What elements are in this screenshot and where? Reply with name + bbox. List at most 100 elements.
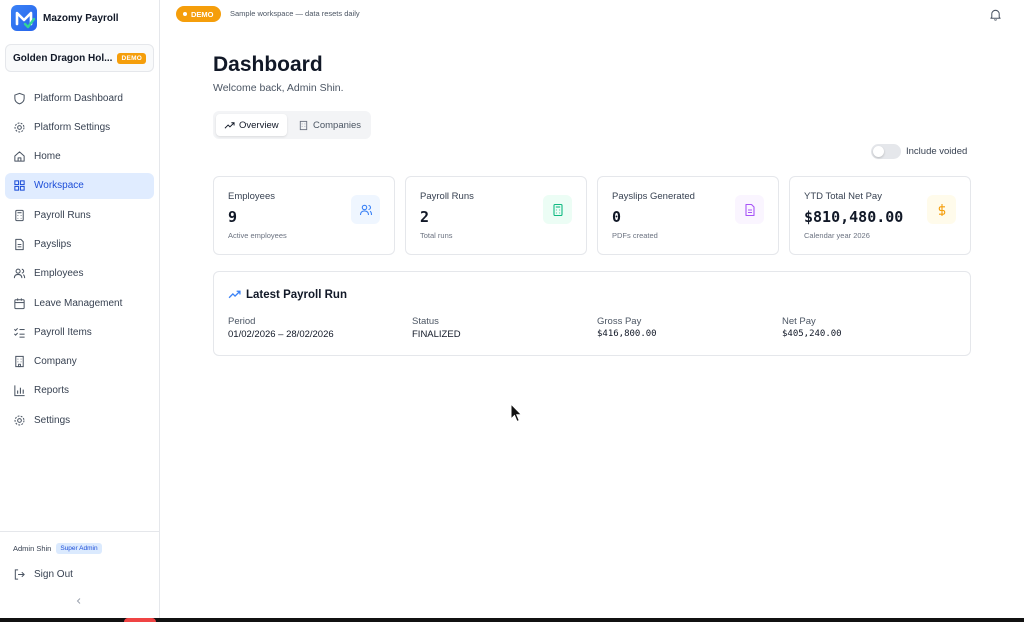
sidebar-item-leave-management[interactable]: Leave Management <box>5 290 154 316</box>
building-icon <box>15 356 24 368</box>
workspace-demo-badge: DEMO <box>117 52 147 64</box>
stat-value: $810,480.00 <box>804 208 904 226</box>
dollar-icon <box>927 195 956 224</box>
stat-value: 2 <box>420 208 430 226</box>
sidebar-item-settings[interactable]: Settings <box>5 407 154 433</box>
period-value: 01/02/2026 – 28/02/2026 <box>228 329 334 340</box>
latest-payroll-run-card: Latest Payroll Run Period 01/02/2026 – 2… <box>213 271 971 356</box>
taskbar-indicator <box>124 618 156 622</box>
demo-badge: DEMO <box>176 6 221 22</box>
stat-label: Payroll Runs <box>420 191 474 202</box>
notifications-button[interactable] <box>989 8 1002 26</box>
user-name: Admin Shin <box>13 544 52 553</box>
sidebar-nav: Platform Dashboard Platform Settings Hom… <box>5 85 154 437</box>
stat-subtext: Active employees <box>228 231 287 240</box>
sidebar-item-payroll-items[interactable]: Payroll Items <box>5 319 154 345</box>
app-name: Mazomy Payroll <box>43 12 119 24</box>
sign-out-button[interactable]: Sign Out <box>13 568 73 581</box>
gross-pay-field: Gross Pay $416,800.00 <box>597 316 657 339</box>
workspace-name: Golden Dragon Hol... <box>13 52 113 64</box>
sidebar-item-label: Platform Dashboard <box>34 92 123 104</box>
dashboard-tabs: Overview Companies <box>213 111 371 139</box>
net-pay-label: Net Pay <box>782 316 816 327</box>
net-pay-value: $405,240.00 <box>782 329 842 339</box>
gross-pay-value: $416,800.00 <box>597 329 657 339</box>
tab-companies[interactable]: Companies <box>290 114 369 136</box>
include-voided-toggle[interactable]: Include voided <box>871 144 967 159</box>
sidebar-item-label: Payroll Runs <box>34 209 91 221</box>
user-info: Admin Shin Super Admin <box>13 543 102 554</box>
page-subtitle: Welcome back, Admin Shin. <box>213 82 344 94</box>
status-label: Status <box>412 316 439 327</box>
period-field: Period 01/02/2026 – 28/02/2026 <box>228 316 334 340</box>
status-field: Status FINALIZED <box>412 316 461 340</box>
tab-overview[interactable]: Overview <box>216 114 287 136</box>
file-icon <box>15 238 24 251</box>
demo-message: Sample workspace — data resets daily <box>230 9 360 18</box>
sidebar-item-label: Reports <box>34 385 70 397</box>
sidebar-item-label: Leave Management <box>34 297 123 309</box>
sidebar-item-payroll-runs[interactable]: Payroll Runs <box>5 202 154 228</box>
stat-subtext: Total runs <box>420 231 453 240</box>
calculator-icon <box>15 209 24 221</box>
sidebar-item-label: Workspace <box>34 180 84 192</box>
sidebar-item-payslips[interactable]: Payslips <box>5 231 154 257</box>
calculator-icon <box>543 195 572 224</box>
role-badge: Super Admin <box>56 543 102 554</box>
sidebar-item-label: Platform Settings <box>34 121 111 133</box>
sidebar-item-reports[interactable]: Reports <box>5 378 154 404</box>
sidebar-footer: Admin Shin Super Admin Sign Out <box>0 531 159 604</box>
gross-pay-label: Gross Pay <box>597 316 642 327</box>
app-logo-icon <box>11 5 37 31</box>
stat-card-ytd-net-pay: YTD Total Net Pay $810,480.00 Calendar y… <box>789 176 971 255</box>
calendar-icon <box>14 297 25 309</box>
tab-label: Companies <box>313 119 362 131</box>
sidebar-item-employees[interactable]: Employees <box>5 261 154 287</box>
sidebar-item-platform-settings[interactable]: Platform Settings <box>5 114 154 140</box>
latest-run-heading: Latest Payroll Run <box>228 288 347 301</box>
toggle-switch[interactable] <box>871 144 901 159</box>
stat-value: 0 <box>612 208 622 226</box>
sidebar-item-workspace[interactable]: Workspace <box>5 172 154 199</box>
toggle-label: Include voided <box>906 146 968 157</box>
stat-value: 9 <box>228 208 238 226</box>
stat-label: Payslips Generated <box>612 191 695 202</box>
users-icon <box>13 268 26 279</box>
home-icon <box>14 151 25 162</box>
users-icon <box>351 195 380 224</box>
stat-label: YTD Total Net Pay <box>804 191 882 202</box>
trending-up-icon <box>228 290 241 299</box>
dot-icon <box>183 12 187 16</box>
stat-subtext: Calendar year 2026 <box>804 231 870 240</box>
trending-up-icon <box>224 121 235 129</box>
sidebar-item-label: Payslips <box>34 238 72 250</box>
period-label: Period <box>228 316 256 327</box>
bell-icon <box>990 9 1001 21</box>
chevron-left-icon <box>76 598 81 604</box>
shield-icon <box>14 92 25 104</box>
stat-subtext: PDFs created <box>612 231 658 240</box>
log-out-icon <box>14 569 25 580</box>
page-title: Dashboard <box>213 53 323 76</box>
file-icon <box>735 195 764 224</box>
sidebar-item-platform-dashboard[interactable]: Platform Dashboard <box>5 85 154 111</box>
stat-card-employees: Employees 9 Active employees <box>213 176 395 255</box>
gear-icon <box>14 122 25 133</box>
building-icon <box>299 120 308 130</box>
sidebar: Mazomy Payroll Golden Dragon Hol... DEMO… <box>0 0 160 618</box>
sidebar-item-label: Payroll Items <box>34 326 92 338</box>
grid-icon <box>14 180 25 192</box>
demo-badge-label: DEMO <box>191 9 214 19</box>
latest-run-title: Latest Payroll Run <box>246 288 347 301</box>
sign-out-label: Sign Out <box>34 569 73 580</box>
brand[interactable]: Mazomy Payroll <box>11 5 119 31</box>
gear-icon <box>14 415 25 426</box>
sidebar-item-home[interactable]: Home <box>5 144 154 170</box>
stat-card-payslips: Payslips Generated 0 PDFs created <box>597 176 779 255</box>
sidebar-item-label: Employees <box>34 268 84 280</box>
workspace-selector[interactable]: Golden Dragon Hol... DEMO <box>5 44 154 72</box>
net-pay-field: Net Pay $405,240.00 <box>782 316 842 339</box>
list-check-icon <box>14 327 25 338</box>
sidebar-item-company[interactable]: Company <box>5 349 154 375</box>
collapse-sidebar-button[interactable] <box>75 597 83 608</box>
